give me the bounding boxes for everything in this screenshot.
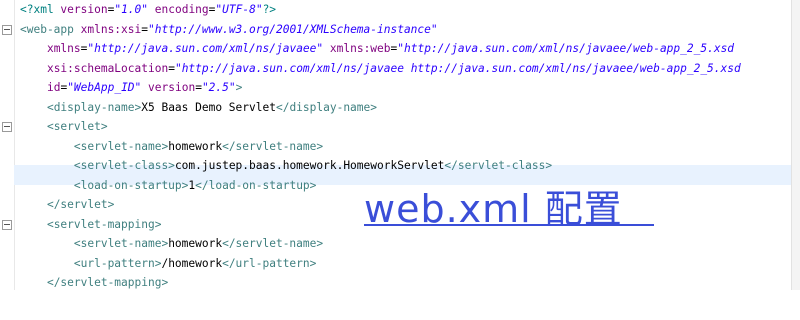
code-line: <servlet> (20, 117, 741, 137)
code-token: "1.0" (114, 3, 149, 16)
code-token: version (148, 81, 196, 94)
code-token: </servlet-class> (444, 159, 553, 172)
code-token: <servlet-class> (73, 159, 175, 172)
code-line: <display-name>X5 Baas Demo Servlet</disp… (20, 98, 741, 118)
code-token: "http://www.w3.org/2001/XMLSchema-instan… (148, 22, 438, 36)
code-token: "http://java.sun.com/xml/ns/javaee" (87, 42, 324, 55)
code-token: ?> (262, 3, 277, 16)
code-token: xmlns:web (329, 42, 391, 55)
code-token: </display-name> (275, 100, 378, 114)
code-line: <servlet-name>homework</servlet-name> (20, 137, 741, 157)
code-line: <url-pattern>/homework</url-pattern> (20, 254, 741, 274)
caption-underline (364, 224, 654, 226)
code-token: com.justep.baas.homework.HomeworkServlet (174, 159, 445, 172)
code-token: > (235, 81, 243, 94)
code-token: <?xml (20, 3, 61, 16)
code-line: <?xml version="1.0" encoding="UTF-8"?> (20, 0, 741, 20)
code-token: /homework (161, 256, 223, 270)
code-line: <servlet-class>com.justep.baas.homework.… (20, 156, 741, 176)
code-token: = (168, 61, 175, 75)
code-token: xmlns:xsi (80, 22, 142, 36)
code-token: </servlet> (46, 198, 115, 211)
code-token: <url-pattern> (73, 256, 162, 270)
code-token: = (195, 81, 202, 94)
vertical-scrollbar[interactable] (791, 0, 800, 290)
code-token: </servlet-mapping> (46, 276, 169, 289)
code-token: <servlet> (46, 120, 108, 133)
xml-editor[interactable]: <?xml version="1.0" encoding="UTF-8"?> <w… (0, 0, 800, 290)
code-token: xsi:schemaLocation (46, 61, 169, 75)
code-token: "UTF-8" (215, 3, 263, 16)
code-token: X5 Baas Demo Servlet (141, 100, 276, 114)
code-token: </servlet-name> (222, 237, 324, 250)
code-token: "http://java.sun.com/xml/ns/javaee/web-a… (397, 42, 735, 55)
code-token: = (141, 22, 148, 36)
code-token: <web-app (20, 22, 81, 36)
code-token: <servlet-mapping> (46, 217, 162, 231)
fold-collapse-icon[interactable] (2, 219, 12, 230)
code-line: </servlet-mapping> (20, 273, 741, 290)
code-token: <servlet-name> (73, 237, 169, 250)
code-line: <servlet-name>homework</servlet-name> (20, 234, 741, 254)
code-line: xmlns="http://java.sun.com/xml/ns/javaee… (20, 39, 741, 59)
code-token: xmlns (46, 42, 81, 55)
code-token: </url-pattern> (222, 256, 317, 270)
code-token: </load-on-startup> (195, 178, 317, 192)
code-token: id (46, 81, 61, 94)
code-lines[interactable]: <?xml version="1.0" encoding="UTF-8"?> <w… (20, 0, 741, 290)
fold-collapse-icon[interactable] (2, 24, 12, 35)
code-token: </servlet-name> (222, 139, 324, 153)
code-token: <servlet-name> (73, 139, 169, 153)
code-token: <load-on-startup> (73, 178, 189, 192)
editor-gutter (0, 0, 15, 290)
code-token: homework (168, 139, 223, 153)
code-token: <display-name> (46, 100, 142, 114)
code-token: "WebApp_ID" (67, 81, 142, 94)
code-token: "http://java.sun.com/xml/ns/javaee http:… (174, 61, 741, 75)
code-line: <web-app xmlns:xsi="http://www.w3.org/20… (20, 20, 741, 40)
code-line: id="WebApp_ID" version="2.5"> (20, 78, 741, 98)
fold-collapse-icon[interactable] (2, 122, 12, 132)
code-token: version (60, 3, 108, 16)
code-token: homework (168, 237, 223, 250)
code-token: encoding (154, 3, 209, 16)
code-line: xsi:schemaLocation="http://java.sun.com/… (20, 59, 741, 79)
code-token: "2.5" (201, 81, 236, 94)
